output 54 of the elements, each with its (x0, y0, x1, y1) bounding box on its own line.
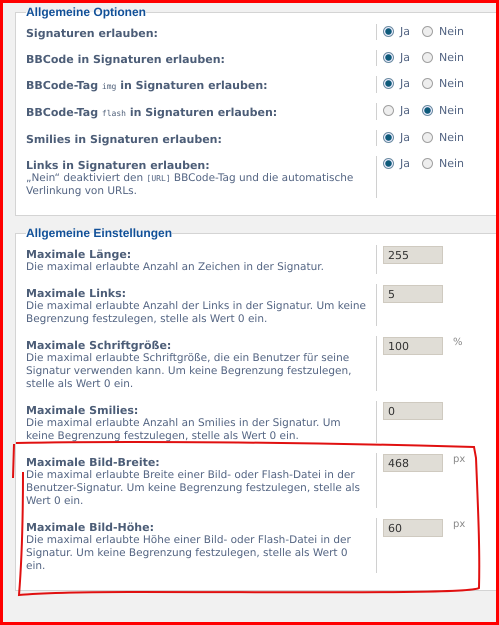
number-field[interactable]: 0 (383, 402, 443, 420)
setting-label: BBCode-Tag img in Signaturen erlauben: (26, 78, 269, 93)
radio-label[interactable]: Ja (400, 131, 410, 144)
setting-label: Signaturen erlauben: (26, 26, 159, 40)
number-field[interactable]: 5 (383, 285, 443, 303)
radio-button[interactable] (383, 52, 394, 63)
radio-label[interactable]: Nein (439, 77, 464, 90)
setting-label: Maximale Bild-Breite: (26, 455, 161, 469)
unit-label: px (453, 519, 466, 530)
setting-label: BBCode-Tag flash in Signaturen erlauben: (26, 105, 278, 120)
section-legend: Allgemeine Einstellungen (26, 226, 172, 240)
radio-label[interactable]: Ja (400, 51, 410, 64)
radio-label[interactable]: Ja (400, 157, 410, 170)
radio-label[interactable]: Nein (439, 104, 464, 117)
radio-button[interactable] (422, 158, 433, 169)
radio-label[interactable]: Ja (400, 25, 410, 38)
radio-button[interactable] (383, 105, 394, 116)
radio-label[interactable]: Nein (439, 131, 464, 144)
setting-label: Maximale Schriftgröße: (26, 338, 172, 352)
setting-description: Die maximal erlaubte Schriftgröße, die ein Benutzer für seine Signatur verwenden kann. Um keine Begrenzung festzulegen, stelle als Wert 0 ein. (26, 352, 352, 391)
radio-label[interactable]: Nein (439, 51, 464, 64)
radio-button[interactable] (383, 26, 394, 37)
radio-button[interactable] (422, 78, 433, 89)
radio-label[interactable]: Nein (439, 25, 464, 38)
radio-label[interactable]: Nein (439, 157, 464, 170)
setting-label: Maximale Smilies: (26, 403, 140, 417)
setting-description: Die maximal erlaubte Breite einer Bild- oder Flash-Datei in der Benutzer-Signatur. Um keine Begrenzung festzulegen, stelle als Wert 0 ein. (26, 469, 362, 508)
setting-label: Maximale Links: (26, 286, 128, 300)
setting-description: Die maximal erlaubte Anzahl an Zeichen in der Signatur. (26, 261, 325, 274)
number-field[interactable]: 468 (383, 454, 443, 472)
unit-label: % (453, 337, 463, 348)
radio-button[interactable] (383, 78, 394, 89)
radio-label[interactable]: Ja (400, 104, 410, 117)
setting-description: „Nein“ deaktiviert den [URL] BBCode-Tag und die automatische Verlinkung von URLs. (26, 172, 354, 198)
radio-label[interactable]: Ja (400, 77, 410, 90)
radio-button[interactable] (422, 52, 433, 63)
setting-description: Die maximal erlaubte Anzahl der Links in der Signatur. Um keine Begrenzung festzulegen, stelle als Wert 0 ein. (26, 300, 367, 326)
setting-label: Links in Signaturen erlauben: (26, 158, 211, 172)
setting-label: Maximale Länge: (26, 247, 132, 261)
radio-button[interactable] (383, 132, 394, 143)
number-field[interactable]: 100 (383, 337, 443, 355)
radio-button[interactable] (422, 105, 433, 116)
radio-button[interactable] (422, 26, 433, 37)
radio-button[interactable] (383, 158, 394, 169)
setting-description: Die maximal erlaubte Anzahl an Smilies in der Signatur. Um keine Begrenzung festzulegen, stelle als Wert 0 ein. (26, 417, 342, 443)
section-legend: Allgemeine Optionen (26, 5, 146, 19)
setting-label: Maximale Bild-Höhe: (26, 520, 155, 534)
radio-button[interactable] (422, 132, 433, 143)
setting-description: Die maximal erlaubte Höhe einer Bild- oder Flash-Datei in der Signatur. Um keine Begrenzung festzulegen, stelle als Wert 0 ein. (26, 534, 352, 573)
number-field[interactable]: 255 (383, 246, 443, 264)
setting-label: Smilies in Signaturen erlauben: (26, 132, 223, 146)
setting-label: BBCode in Signaturen erlauben: (26, 52, 226, 66)
number-field[interactable]: 60 (383, 519, 443, 537)
unit-label: px (453, 454, 466, 465)
